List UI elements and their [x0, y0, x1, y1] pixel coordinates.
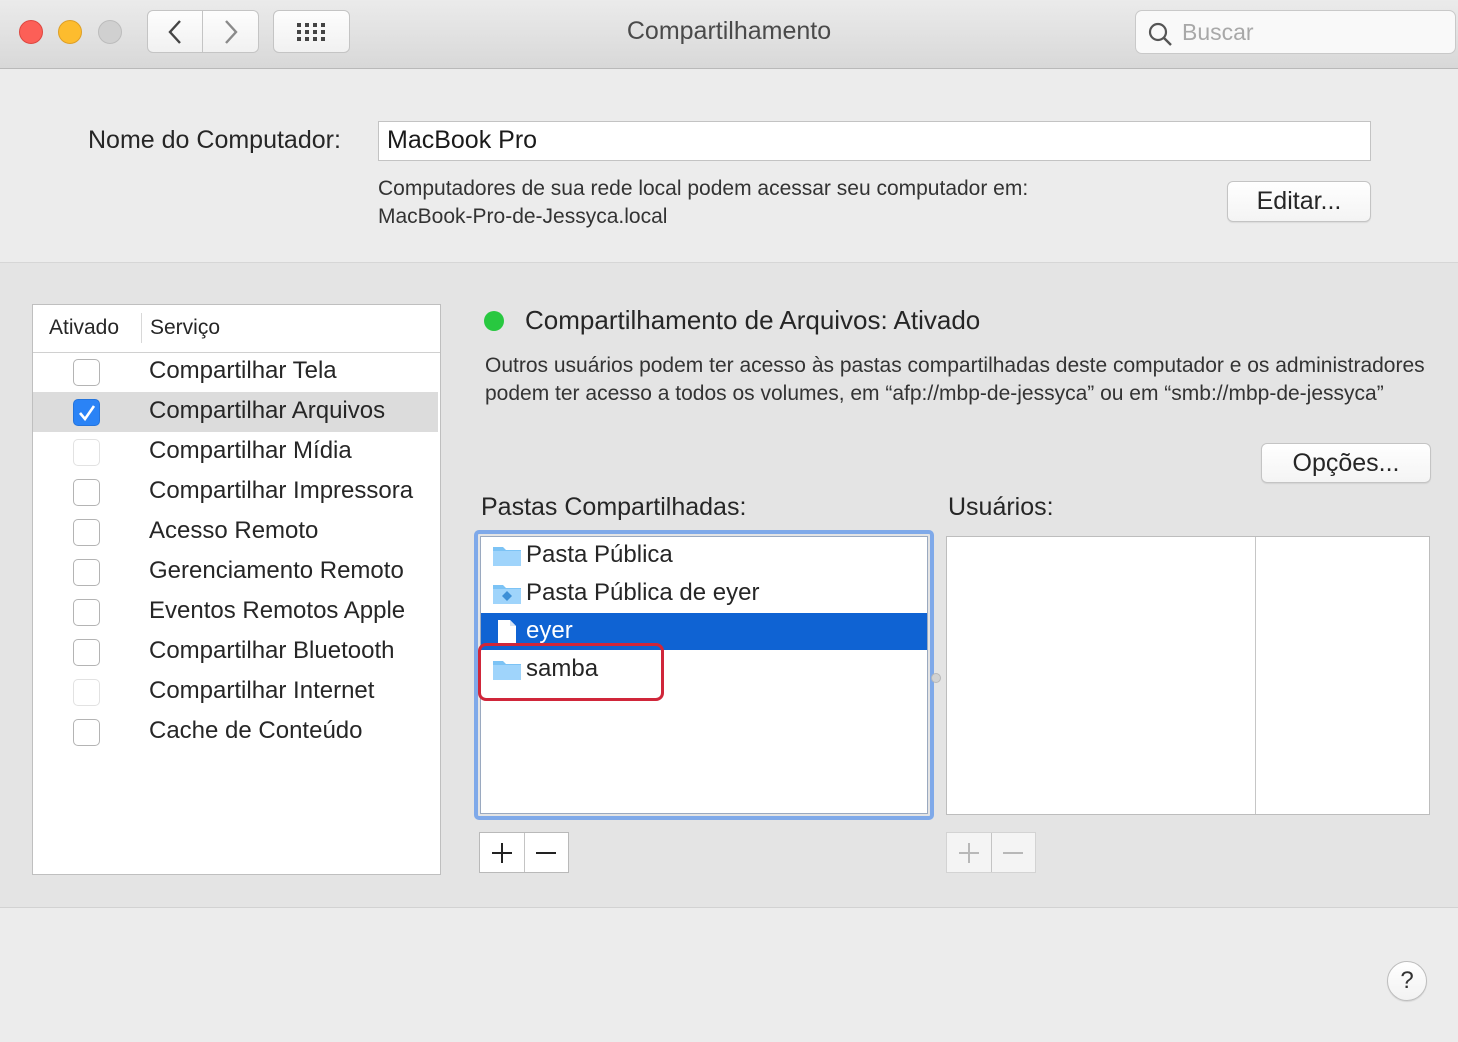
service-label: Acesso Remoto	[149, 517, 319, 544]
split-view-handle[interactable]	[931, 673, 941, 683]
remove-folder-button[interactable]	[523, 833, 569, 872]
column-divider	[1255, 537, 1256, 814]
service-label: Compartilhar Impressora	[149, 477, 414, 504]
computer-name-field[interactable]: MacBook Pro	[378, 121, 1371, 161]
column-header-enabled[interactable]: Ativado	[49, 316, 119, 340]
service-row-remote-apple-events[interactable]: Eventos Remotos Apple	[33, 592, 438, 632]
plus-icon	[491, 842, 512, 863]
service-row-remote-management[interactable]: Gerenciamento Remoto	[33, 552, 438, 592]
folder-label: eyer	[526, 617, 573, 644]
services-table: Ativado Serviço Compartilhar Tela Compar…	[32, 304, 441, 875]
service-status-title: Compartilhamento de Arquivos: Ativado	[525, 305, 981, 335]
edit-hostname-button[interactable]: Editar...	[1227, 181, 1371, 222]
users-label: Usuários:	[948, 493, 1054, 521]
users-list[interactable]	[946, 536, 1430, 815]
service-label: Compartilhar Arquivos	[149, 397, 386, 424]
service-checkbox[interactable]	[73, 479, 100, 506]
service-row-screen-sharing[interactable]: Compartilhar Tela	[33, 352, 438, 392]
service-label: Cache de Conteúdo	[149, 717, 363, 744]
shared-folder-item[interactable]: Pasta Pública	[481, 537, 927, 574]
service-label: Compartilhar Internet	[149, 677, 375, 704]
minus-icon	[536, 851, 557, 854]
public-folder-icon	[493, 585, 521, 604]
computer-name-section: Nome do Computador: MacBook Pro Computad…	[0, 69, 1458, 263]
service-checkbox[interactable]	[73, 639, 100, 666]
search-icon	[1148, 22, 1172, 46]
services-table-header: Ativado Serviço	[33, 305, 440, 353]
help-button[interactable]: ?	[1387, 961, 1427, 1001]
search-input[interactable]: Buscar	[1135, 10, 1456, 54]
add-folder-button[interactable]	[480, 833, 524, 872]
service-row-internet-sharing[interactable]: Compartilhar Internet	[33, 672, 438, 712]
search-placeholder: Buscar	[1182, 19, 1254, 45]
column-divider	[141, 313, 142, 343]
column-header-service[interactable]: Serviço	[150, 316, 220, 340]
service-label: Eventos Remotos Apple	[149, 597, 406, 624]
minus-icon	[1003, 851, 1024, 854]
service-checkbox[interactable]	[73, 439, 100, 466]
service-label: Compartilhar Tela	[149, 357, 337, 384]
service-row-printer-sharing[interactable]: Compartilhar Impressora	[33, 472, 438, 512]
service-status-description: Outros usuários podem ter acesso às past…	[485, 354, 1425, 405]
service-row-content-caching[interactable]: Cache de Conteúdo	[33, 712, 438, 752]
service-row-remote-login[interactable]: Acesso Remoto	[33, 512, 438, 552]
folder-label: Pasta Pública	[526, 541, 673, 568]
document-icon	[498, 620, 516, 644]
shared-folder-item[interactable]: Pasta Pública de eyer	[481, 575, 927, 612]
plus-icon	[958, 842, 979, 863]
shared-folders-label: Pastas Compartilhadas:	[481, 493, 747, 521]
service-checkbox[interactable]	[73, 719, 100, 746]
title-bar: Compartilhamento Buscar	[0, 0, 1458, 69]
service-row-bluetooth-sharing[interactable]: Compartilhar Bluetooth	[33, 632, 438, 672]
computer-name-label: Nome do Computador:	[88, 126, 341, 154]
network-info-text: Computadores de sua rede local podem ace…	[378, 177, 1029, 200]
options-button[interactable]: Opções...	[1261, 443, 1431, 483]
service-checkbox[interactable]	[73, 679, 100, 706]
service-checkbox[interactable]	[73, 599, 100, 626]
folder-add-remove-group	[479, 832, 569, 873]
service-row-file-sharing[interactable]: Compartilhar Arquivos	[33, 392, 438, 432]
annotation-highlight	[478, 643, 664, 701]
local-hostname: MacBook-Pro-de-Jessyca.local	[378, 205, 668, 228]
service-checkbox[interactable]	[73, 399, 100, 426]
checkmark-icon	[79, 405, 96, 422]
sharing-main-section: Ativado Serviço Compartilhar Tela Compar…	[0, 263, 1458, 908]
add-user-button[interactable]	[947, 833, 991, 872]
service-row-media-sharing[interactable]: Compartilhar Mídia	[33, 432, 438, 472]
service-checkbox[interactable]	[73, 559, 100, 586]
service-label: Compartilhar Bluetooth	[149, 637, 395, 664]
folder-label: Pasta Pública de eyer	[526, 579, 760, 606]
network-address-info: Computadores de sua rede local podem ace…	[378, 175, 1028, 231]
service-label: Compartilhar Mídia	[149, 437, 352, 464]
service-checkbox[interactable]	[73, 359, 100, 386]
folder-icon	[493, 547, 521, 566]
remove-user-button[interactable]	[990, 833, 1036, 872]
service-checkbox[interactable]	[73, 519, 100, 546]
service-label: Gerenciamento Remoto	[149, 557, 404, 584]
status-indicator	[484, 311, 504, 331]
user-add-remove-group	[946, 832, 1036, 873]
